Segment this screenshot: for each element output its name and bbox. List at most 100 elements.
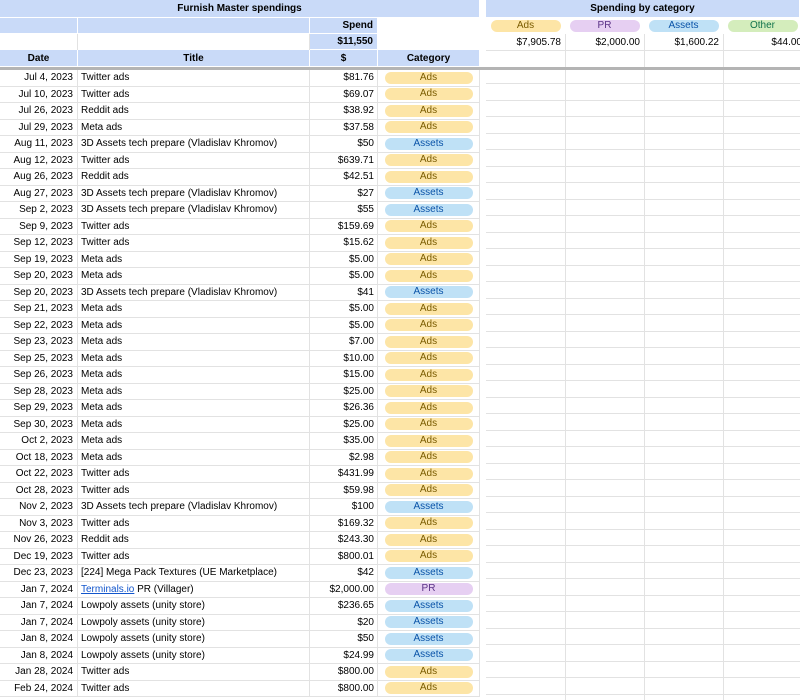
category-chip-assets[interactable]: Assets (384, 599, 473, 612)
date-cell[interactable]: Sep 19, 2023 (0, 251, 78, 267)
title-cell[interactable]: Twitter ads (78, 466, 310, 482)
spend-cell[interactable]: $50 (310, 631, 378, 647)
title-cell[interactable]: Meta ads (78, 433, 310, 449)
date-cell[interactable]: Sep 26, 2023 (0, 367, 78, 383)
header-blank-cell[interactable] (78, 18, 310, 34)
spend-cell[interactable]: $59.98 (310, 482, 378, 498)
category-chip-ads[interactable]: Ads (384, 269, 473, 282)
date-cell[interactable]: Oct 2, 2023 (0, 433, 78, 449)
spend-cell[interactable]: $100 (310, 499, 378, 515)
title-cell[interactable]: Terminals.io PR (Villager) (78, 581, 310, 597)
title-cell[interactable]: Twitter ads (78, 235, 310, 251)
title-cell[interactable]: Twitter ads (78, 218, 310, 234)
category-chip-assets[interactable]: Assets (384, 286, 473, 299)
date-cell[interactable]: Sep 20, 2023 (0, 284, 78, 300)
category-total-pr[interactable]: $2,000.00 (565, 34, 644, 50)
category-cell[interactable]: Assets (378, 136, 480, 152)
category-cell[interactable]: Ads (378, 334, 480, 350)
date-cell[interactable]: Jan 7, 2024 (0, 581, 78, 597)
spend-cell[interactable]: $243.30 (310, 532, 378, 548)
category-total-assets[interactable]: $1,600.22 (644, 34, 723, 50)
spend-cell[interactable]: $5.00 (310, 251, 378, 267)
category-cell[interactable]: Assets (378, 185, 480, 201)
category-chip-ads[interactable]: Ads (384, 253, 473, 266)
spend-cell[interactable]: $15.00 (310, 367, 378, 383)
spend-cell[interactable]: $55 (310, 202, 378, 218)
category-cell[interactable]: Ads (378, 301, 480, 317)
spend-cell[interactable]: $639.71 (310, 152, 378, 168)
date-cell[interactable]: Sep 22, 2023 (0, 317, 78, 333)
header-empty-cell[interactable] (78, 34, 310, 50)
date-cell[interactable]: Sep 23, 2023 (0, 334, 78, 350)
title-cell[interactable]: 3D Assets tech prepare (Vladislav Khromo… (78, 499, 310, 515)
category-cell[interactable]: Ads (378, 548, 480, 564)
category-total-ads[interactable]: $7,905.78 (486, 34, 565, 50)
title-cell[interactable]: 3D Assets tech prepare (Vladislav Khromo… (78, 284, 310, 300)
category-chip-assets[interactable]: Assets (384, 203, 473, 216)
title-cell[interactable]: Meta ads (78, 317, 310, 333)
date-cell[interactable]: Nov 2, 2023 (0, 499, 78, 515)
category-chip-cell-pr[interactable]: PR (565, 18, 644, 34)
category-chip-ads[interactable]: Ads (384, 665, 473, 678)
date-cell[interactable]: Aug 11, 2023 (0, 136, 78, 152)
category-chip-ads[interactable]: Ads (490, 20, 561, 32)
date-cell[interactable]: Aug 26, 2023 (0, 169, 78, 185)
category-chip-assets[interactable]: Assets (384, 500, 473, 513)
category-chip-assets[interactable]: Assets (384, 616, 473, 629)
date-cell[interactable]: Jan 7, 2024 (0, 614, 78, 630)
title-cell[interactable]: Twitter ads (78, 664, 310, 680)
category-chip-ads[interactable]: Ads (384, 517, 473, 530)
date-cell[interactable]: Jan 7, 2024 (0, 598, 78, 614)
title-cell[interactable]: 3D Assets tech prepare (Vladislav Khromo… (78, 136, 310, 152)
title-cell[interactable]: Meta ads (78, 400, 310, 416)
category-cell[interactable]: Ads (378, 86, 480, 102)
title-cell[interactable]: 3D Assets tech prepare (Vladislav Khromo… (78, 185, 310, 201)
category-chip-assets[interactable]: Assets (384, 649, 473, 662)
spend-cell[interactable]: $5.00 (310, 268, 378, 284)
spend-cell[interactable]: $35.00 (310, 433, 378, 449)
spend-cell[interactable]: $20 (310, 614, 378, 630)
category-cell[interactable]: Ads (378, 680, 480, 696)
spend-cell[interactable]: $5.00 (310, 301, 378, 317)
category-chip-ads[interactable]: Ads (384, 467, 473, 480)
category-chip-ads[interactable]: Ads (384, 220, 473, 233)
date-cell[interactable]: Sep 2, 2023 (0, 202, 78, 218)
column-header-title[interactable]: Title (78, 50, 310, 67)
category-chip-ads[interactable]: Ads (384, 170, 473, 183)
category-cell[interactable]: Ads (378, 449, 480, 465)
category-chip-pr[interactable]: PR (384, 583, 473, 596)
category-chip-cell-other[interactable]: Other (723, 18, 800, 34)
category-cell[interactable]: Assets (378, 631, 480, 647)
header-empty-cell[interactable] (0, 34, 78, 50)
category-chip-ads[interactable]: Ads (384, 71, 473, 84)
category-chip-assets[interactable]: Assets (384, 566, 473, 579)
title-cell[interactable]: Reddit ads (78, 169, 310, 185)
category-cell[interactable]: Ads (378, 317, 480, 333)
date-cell[interactable]: Jul 10, 2023 (0, 86, 78, 102)
spend-cell[interactable]: $25.00 (310, 383, 378, 399)
spend-label[interactable]: Spend (310, 18, 378, 34)
column-header-spend[interactable]: $ (310, 50, 378, 67)
date-cell[interactable]: Jul 29, 2023 (0, 119, 78, 135)
category-chip-ads[interactable]: Ads (384, 302, 473, 315)
title-cell[interactable]: Meta ads (78, 251, 310, 267)
category-cell[interactable]: Ads (378, 70, 480, 86)
spend-cell[interactable]: $42.51 (310, 169, 378, 185)
date-cell[interactable]: Sep 21, 2023 (0, 301, 78, 317)
category-chip-ads[interactable]: Ads (384, 484, 473, 497)
category-chip-ads[interactable]: Ads (384, 550, 473, 563)
header-blank-cell[interactable] (0, 18, 78, 34)
spend-cell[interactable]: $431.99 (310, 466, 378, 482)
date-cell[interactable]: Oct 18, 2023 (0, 449, 78, 465)
category-cell[interactable]: Assets (378, 202, 480, 218)
category-cell[interactable]: Ads (378, 218, 480, 234)
date-cell[interactable]: Sep 30, 2023 (0, 416, 78, 432)
category-chip-ads[interactable]: Ads (384, 434, 473, 447)
date-cell[interactable]: Sep 12, 2023 (0, 235, 78, 251)
category-chip-ads[interactable]: Ads (384, 335, 473, 348)
spend-cell[interactable]: $37.58 (310, 119, 378, 135)
title-cell[interactable]: Meta ads (78, 383, 310, 399)
title-cell[interactable]: Meta ads (78, 301, 310, 317)
category-cell[interactable]: Ads (378, 416, 480, 432)
title-cell[interactable]: Meta ads (78, 367, 310, 383)
